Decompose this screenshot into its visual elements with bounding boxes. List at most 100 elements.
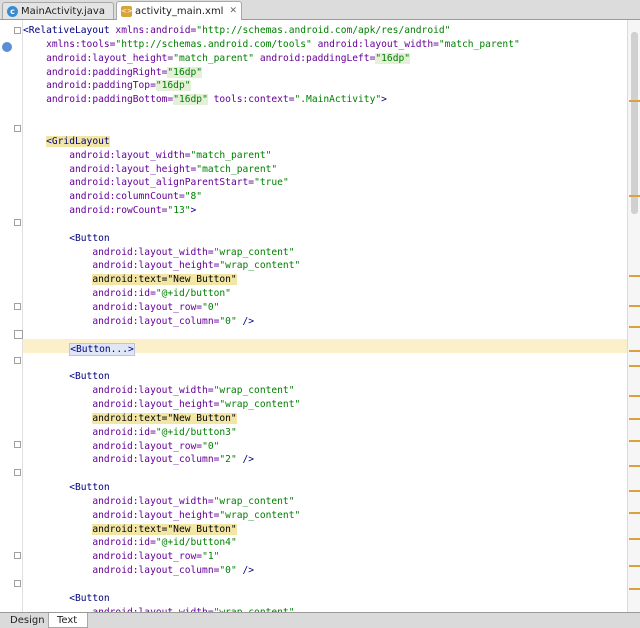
- code-line[interactable]: android:layout_row="0": [23, 301, 219, 315]
- code-line[interactable]: android:layout_height="wrap_content": [23, 398, 300, 412]
- code-line[interactable]: android:layout_height="wrap_content": [23, 259, 300, 273]
- fold-marker-icon[interactable]: [14, 27, 21, 34]
- code-token: android:layout_row=: [92, 302, 203, 313]
- error-stripe-mark[interactable]: [629, 395, 640, 397]
- error-stripe-mark[interactable]: [629, 275, 640, 277]
- code-line[interactable]: android:paddingBottom="16dp" tools:conte…: [23, 93, 387, 107]
- error-stripe-mark[interactable]: [629, 418, 640, 420]
- vertical-scrollbar[interactable]: [627, 20, 640, 612]
- code-token: <Button: [69, 592, 110, 604]
- code-token: android:layout_height=: [92, 398, 220, 410]
- code-token: >: [190, 205, 197, 217]
- code-token: android:id=: [92, 537, 156, 549]
- fold-marker-icon[interactable]: [14, 469, 21, 476]
- close-tab-icon[interactable]: ✕: [229, 2, 237, 21]
- tab-activity-main-xml[interactable]: <> activity_main.xml ✕: [116, 1, 242, 20]
- code-token: "2": [219, 454, 237, 466]
- code-token: xmlns:tools=: [46, 38, 116, 50]
- tab-design[interactable]: Design: [2, 613, 46, 628]
- expand-fold-icon[interactable]: [14, 330, 23, 339]
- code-line[interactable]: android:id="@+id/button3": [23, 426, 236, 440]
- error-stripe-mark[interactable]: [629, 350, 640, 352]
- code-token[interactable]: <Button...>: [69, 342, 135, 356]
- code-token: android:layout_height=: [92, 260, 220, 272]
- code-token: "http://schemas.android.com/tools": [115, 38, 312, 50]
- code-line[interactable]: android:text="New Button": [23, 523, 237, 537]
- error-stripe-mark[interactable]: [629, 538, 640, 540]
- code-line[interactable]: <GridLayout: [23, 135, 110, 149]
- code-editor[interactable]: <RelativeLayout xmlns:android="http://sc…: [23, 20, 627, 612]
- error-stripe-mark[interactable]: [629, 100, 640, 102]
- error-stripe-mark[interactable]: [629, 465, 640, 467]
- error-stripe-mark[interactable]: [629, 305, 640, 307]
- code-line[interactable]: android:layout_column="0" />: [23, 315, 254, 329]
- code-line[interactable]: android:text="New Button": [23, 273, 237, 287]
- code-token: "8": [184, 191, 203, 203]
- code-line[interactable]: <RelativeLayout xmlns:android="http://sc…: [23, 24, 450, 38]
- code-token: "0": [219, 315, 237, 327]
- error-stripe-mark[interactable]: [629, 326, 640, 328]
- code-token: "13": [167, 205, 191, 217]
- code-line[interactable]: android:paddingTop="16dp": [23, 79, 191, 93]
- code-line[interactable]: <Button: [23, 232, 110, 246]
- code-line[interactable]: android:layout_row="0": [23, 440, 219, 454]
- fold-marker-icon[interactable]: [14, 303, 21, 310]
- code-token: android:layout_width=: [317, 38, 439, 50]
- fold-marker-icon[interactable]: [14, 580, 21, 587]
- code-token: <Button: [69, 232, 110, 244]
- code-line[interactable]: android:layout_height="wrap_content": [23, 509, 300, 523]
- fold-marker-icon[interactable]: [14, 441, 21, 448]
- code-line[interactable]: android:text="New Button": [23, 412, 237, 426]
- error-stripe-mark[interactable]: [629, 565, 640, 567]
- tab-text[interactable]: Text: [48, 613, 88, 628]
- code-line[interactable]: android:layout_width="wrap_content": [23, 384, 294, 398]
- error-stripe-mark[interactable]: [629, 588, 640, 590]
- code-line[interactable]: android:layout_alignParentStart="true": [23, 176, 289, 190]
- fold-marker-icon[interactable]: [14, 125, 21, 132]
- error-stripe-mark[interactable]: [629, 490, 640, 492]
- code-token: android:paddingTop=: [46, 80, 156, 92]
- code-line[interactable]: android:columnCount="8": [23, 190, 202, 204]
- fold-marker-icon[interactable]: [14, 552, 21, 559]
- code-line[interactable]: android:layout_width="match_parent": [23, 149, 271, 163]
- android-layout-icon[interactable]: [2, 42, 12, 52]
- code-line[interactable]: android:layout_width="wrap_content": [23, 495, 294, 509]
- code-line[interactable]: android:layout_width="wrap_content": [23, 246, 294, 260]
- code-line[interactable]: android:layout_height="match_parent" and…: [23, 52, 411, 66]
- error-stripe-mark[interactable]: [629, 195, 640, 197]
- code-line[interactable]: android:id="@+id/button": [23, 287, 231, 301]
- code-token: "wrap_content": [213, 246, 295, 258]
- code-line[interactable]: <Button: [23, 592, 110, 606]
- code-line[interactable]: android:rowCount="13">: [23, 204, 196, 218]
- code-token: "1": [202, 551, 220, 563]
- code-token: android:layout_height=: [92, 509, 220, 521]
- code-line[interactable]: android:layout_column="0" />: [23, 564, 254, 578]
- error-stripe-mark[interactable]: [629, 440, 640, 442]
- fold-marker-icon[interactable]: [14, 219, 21, 226]
- code-token: android:layout_height=: [46, 52, 174, 64]
- code-line[interactable]: <Button...>: [23, 342, 135, 357]
- scroll-thumb[interactable]: [631, 32, 638, 214]
- tab-mainactivity-java[interactable]: c MainActivity.java: [2, 2, 114, 19]
- code-line[interactable]: android:layout_height="match_parent": [23, 163, 277, 177]
- code-token: "true": [254, 177, 289, 189]
- code-line[interactable]: <Button: [23, 370, 109, 384]
- code-line[interactable]: <Button: [23, 481, 109, 495]
- code-line[interactable]: android:layout_column="2" />: [23, 453, 254, 467]
- code-token: "wrap_content": [219, 398, 301, 410]
- code-token: />: [236, 454, 255, 466]
- code-line[interactable]: android:id="@+id/button4": [23, 536, 236, 550]
- error-stripe-mark[interactable]: [629, 512, 640, 514]
- error-stripe-mark[interactable]: [629, 365, 640, 367]
- fold-marker-icon[interactable]: [14, 357, 21, 364]
- code-line[interactable]: xmlns:tools="http://schemas.android.com/…: [23, 38, 520, 52]
- code-line[interactable]: android:layout_row="1": [23, 550, 219, 564]
- code-line[interactable]: android:paddingRight="16dp": [23, 66, 203, 80]
